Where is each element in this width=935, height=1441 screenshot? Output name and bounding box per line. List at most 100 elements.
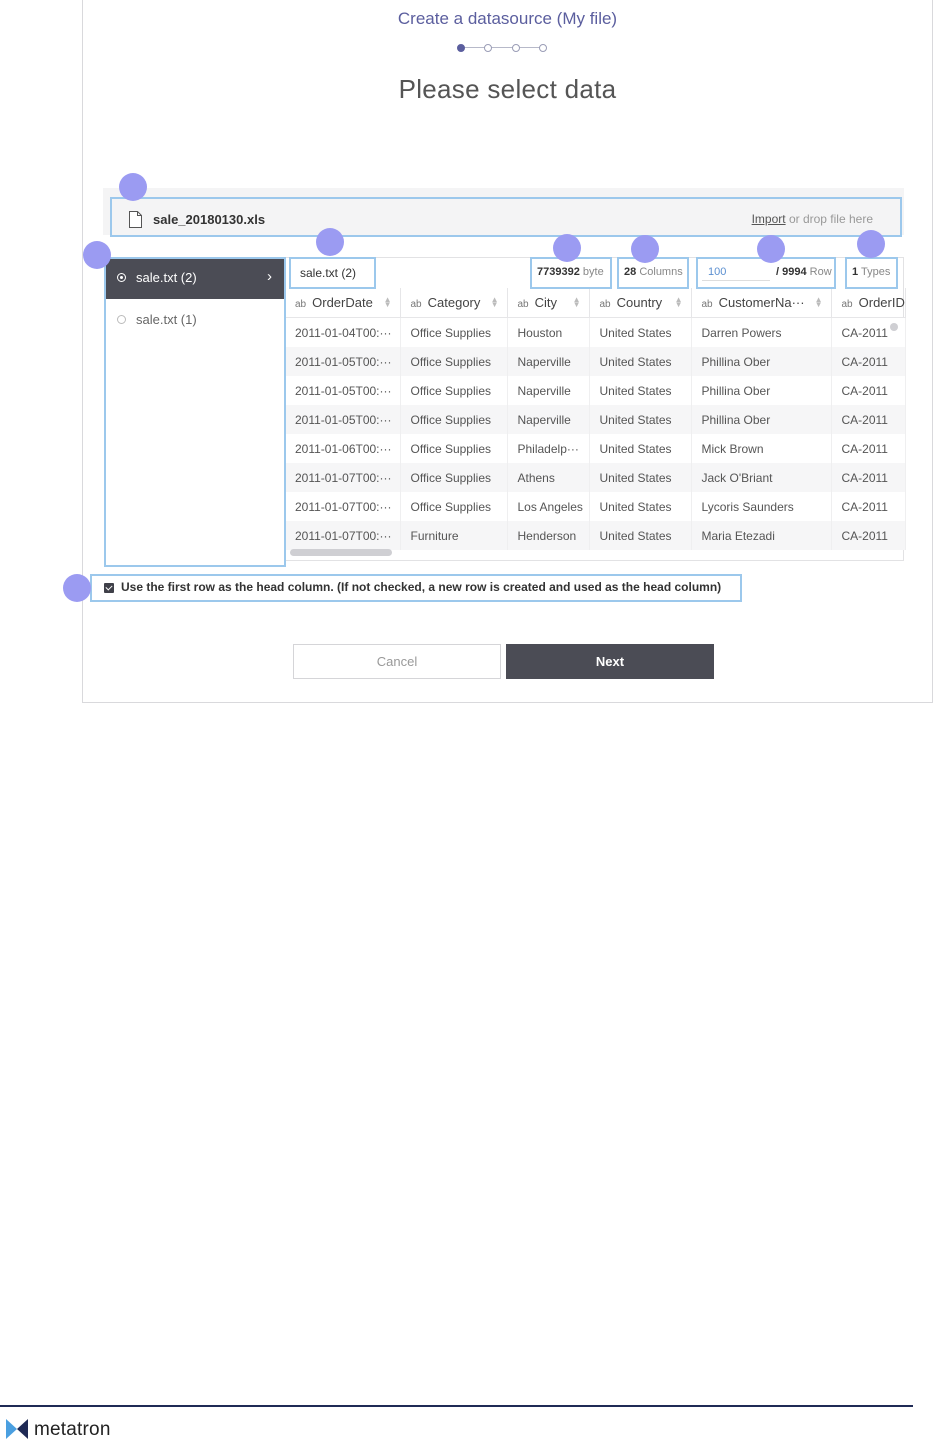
table-cell: Office Supplies bbox=[400, 434, 508, 463]
table-cell: Naperville bbox=[507, 376, 590, 405]
column-header-label: Country bbox=[616, 295, 663, 310]
table-cell: Lycoris Saunders bbox=[691, 492, 832, 521]
column-header-label: Category bbox=[427, 295, 481, 310]
column-header-label: CustomerNa··· bbox=[718, 295, 805, 310]
column-header-orderdate[interactable]: ab OrderDate ▲ ▼ bbox=[285, 288, 401, 318]
table-row: 2011-01-05T00:··· Office Supplies Napervil… bbox=[285, 405, 906, 434]
table-cell: 2011-01-04T00:··· bbox=[285, 317, 401, 347]
page-title: Please select data bbox=[398, 74, 617, 104]
table-cell: Office Supplies bbox=[400, 347, 508, 376]
table-cell: Office Supplies bbox=[400, 317, 508, 347]
table-cell: Darren Powers bbox=[691, 317, 832, 347]
table-row: 2011-01-05T00:··· Office Supplies Napervil… bbox=[285, 347, 906, 376]
table-cell: United States bbox=[589, 376, 692, 405]
string-type-icon: ab bbox=[701, 299, 713, 310]
table-cell: Phillina Ober bbox=[691, 405, 832, 434]
table-cell: 2011-01-05T00:··· bbox=[285, 347, 401, 376]
table-cell: Los Angeles bbox=[507, 492, 590, 521]
callout-box-bytes bbox=[530, 257, 612, 289]
table-cell: CA-2011 bbox=[831, 521, 906, 550]
table-cell: CA-2011 bbox=[831, 376, 906, 405]
table-cell: Naperville bbox=[507, 347, 590, 376]
column-header-country[interactable]: ab Country ▲ ▼ bbox=[589, 288, 692, 318]
column-header-label: OrderID bbox=[858, 295, 905, 310]
table-cell: Houston bbox=[507, 317, 590, 347]
column-header-customername[interactable]: ab CustomerNa··· ▲ ▼ bbox=[691, 288, 832, 318]
column-header-label: City bbox=[534, 295, 558, 310]
horizontal-scrollbar[interactable] bbox=[290, 549, 392, 556]
brand-name: metatron bbox=[34, 1419, 111, 1440]
callout-box-upload bbox=[110, 197, 902, 237]
table-cell: CA-2011 bbox=[831, 463, 906, 492]
metatron-logo-icon bbox=[6, 1419, 28, 1439]
callout-marker bbox=[631, 235, 659, 263]
next-button[interactable]: Next bbox=[506, 644, 714, 679]
data-preview-table: ab OrderDate ▲ ▼ ab Category ▲ ▼ ab City ▲ ▼ ab Co… bbox=[285, 288, 906, 550]
string-type-icon: ab bbox=[517, 299, 529, 310]
callout-box-sheet-name bbox=[289, 257, 376, 289]
step-indicator bbox=[455, 42, 550, 54]
table-cell: United States bbox=[589, 405, 692, 434]
table-cell: CA-2011 bbox=[831, 434, 906, 463]
table-cell: 2011-01-07T00:··· bbox=[285, 521, 401, 550]
string-type-icon: ab bbox=[410, 299, 422, 310]
table-cell: Mick Brown bbox=[691, 434, 832, 463]
column-header-city[interactable]: ab City ▲ ▼ bbox=[507, 288, 590, 318]
step-dot-1 bbox=[457, 44, 465, 52]
callout-box-columns bbox=[617, 257, 689, 289]
callout-marker bbox=[757, 235, 785, 263]
table-cell: United States bbox=[589, 347, 692, 376]
table-cell: CA-2011 bbox=[831, 492, 906, 521]
table-cell: Maria Etezadi bbox=[691, 521, 832, 550]
string-type-icon: ab bbox=[841, 299, 853, 310]
table-row: 2011-01-04T00:··· Office Supplies Houston U… bbox=[285, 317, 906, 347]
table-cell: United States bbox=[589, 492, 692, 521]
table-cell: Athens bbox=[507, 463, 590, 492]
sort-icon[interactable]: ▲ ▼ bbox=[384, 296, 392, 309]
table-cell: Office Supplies bbox=[400, 376, 508, 405]
table-cell: Furniture bbox=[400, 521, 508, 550]
sort-icon[interactable]: ▲ ▼ bbox=[491, 296, 499, 309]
step-dot-2 bbox=[484, 44, 492, 52]
sort-icon[interactable]: ▲ ▼ bbox=[573, 296, 581, 309]
cancel-button[interactable]: Cancel bbox=[293, 644, 501, 679]
table-cell: United States bbox=[589, 317, 692, 347]
table-cell: Phillina Ober bbox=[691, 376, 832, 405]
column-header-orderid[interactable]: ab OrderID bbox=[831, 288, 906, 318]
sort-icon[interactable]: ▲ ▼ bbox=[675, 296, 683, 309]
table-cell: Office Supplies bbox=[400, 463, 508, 492]
step-dot-4 bbox=[539, 44, 547, 52]
table-cell: Office Supplies bbox=[400, 492, 508, 521]
table-cell: Philadelp··· bbox=[507, 434, 590, 463]
callout-box-sheets bbox=[104, 257, 286, 567]
sort-icon[interactable]: ▲ ▼ bbox=[815, 296, 823, 309]
callout-marker bbox=[857, 230, 885, 258]
column-header-category[interactable]: ab Category ▲ ▼ bbox=[400, 288, 508, 318]
table-cell: Naperville bbox=[507, 405, 590, 434]
table-cell: 2011-01-07T00:··· bbox=[285, 492, 401, 521]
table-row: 2011-01-07T00:··· Furniture Henderson Unite… bbox=[285, 521, 906, 550]
callout-marker bbox=[63, 574, 91, 602]
table-cell: Phillina Ober bbox=[691, 347, 832, 376]
callout-marker bbox=[83, 241, 111, 269]
step-line bbox=[462, 47, 542, 48]
vertical-scrollbar[interactable] bbox=[890, 323, 898, 331]
step-dot-3 bbox=[512, 44, 520, 52]
table-cell: United States bbox=[589, 463, 692, 492]
table-cell: United States bbox=[589, 521, 692, 550]
table-cell: CA-2011 bbox=[831, 317, 906, 347]
table-header-row: ab OrderDate ▲ ▼ ab Category ▲ ▼ ab City ▲ ▼ ab Co… bbox=[285, 288, 906, 318]
table-cell: Jack O'Briant bbox=[691, 463, 832, 492]
table-cell: CA-2011 bbox=[831, 347, 906, 376]
table-row: 2011-01-07T00:··· Office Supplies Los Ange… bbox=[285, 492, 906, 521]
table-cell: 2011-01-05T00:··· bbox=[285, 405, 401, 434]
string-type-icon: ab bbox=[599, 299, 611, 310]
callout-box-header-option bbox=[90, 574, 742, 602]
wizard-title: Create a datasource (My file) bbox=[397, 9, 618, 28]
footer-divider bbox=[0, 1405, 913, 1407]
table-row: 2011-01-06T00:··· Office Supplies Philadel… bbox=[285, 434, 906, 463]
table-cell: 2011-01-07T00:··· bbox=[285, 463, 401, 492]
callout-marker bbox=[316, 228, 344, 256]
table-row: 2011-01-05T00:··· Office Supplies Napervil… bbox=[285, 376, 906, 405]
string-type-icon: ab bbox=[295, 299, 307, 310]
